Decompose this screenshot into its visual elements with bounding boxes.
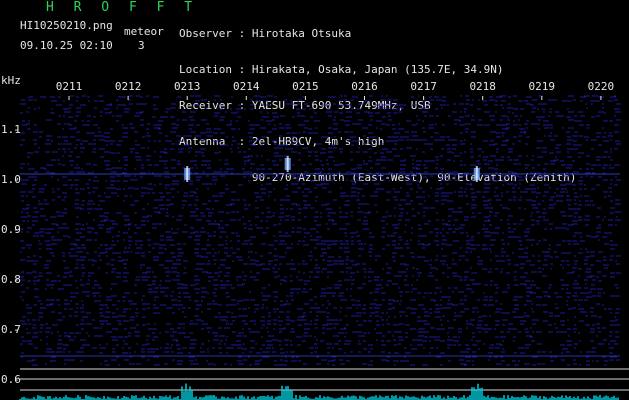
y-tick-mark: - (13, 373, 20, 386)
x-tick-label: 0218 (469, 80, 496, 93)
x-tick-label: 0220 (588, 80, 615, 93)
noise-field (20, 95, 621, 366)
meteor-echo (284, 156, 291, 172)
x-tick-label: 0212 (115, 80, 142, 93)
meteor-echo (473, 166, 480, 182)
x-tick-label: 0214 (233, 80, 260, 93)
y-tick-mark: - (13, 323, 20, 336)
x-tick-label: 0217 (410, 80, 437, 93)
spectrogram: kHz 1.1-1.0-0.9-0.8-0.7-0.6- 0211 0212 021… (1, 74, 629, 400)
meteor-echo (184, 166, 191, 182)
y-tick-mark: - (13, 173, 20, 186)
x-tick-label: 0219 (529, 80, 556, 93)
x-tick-label: 0215 (292, 80, 319, 93)
x-tick-label: 0216 (351, 80, 378, 93)
bottom-spectrum (19, 383, 619, 400)
y-tick-mark: - (13, 273, 20, 286)
y-tick-mark: - (13, 123, 20, 136)
x-tick-label: 0213 (174, 80, 201, 93)
y-tick-mark: - (13, 223, 20, 236)
y-unit-label: kHz (1, 74, 21, 87)
x-tick-label: 0211 (56, 80, 83, 93)
